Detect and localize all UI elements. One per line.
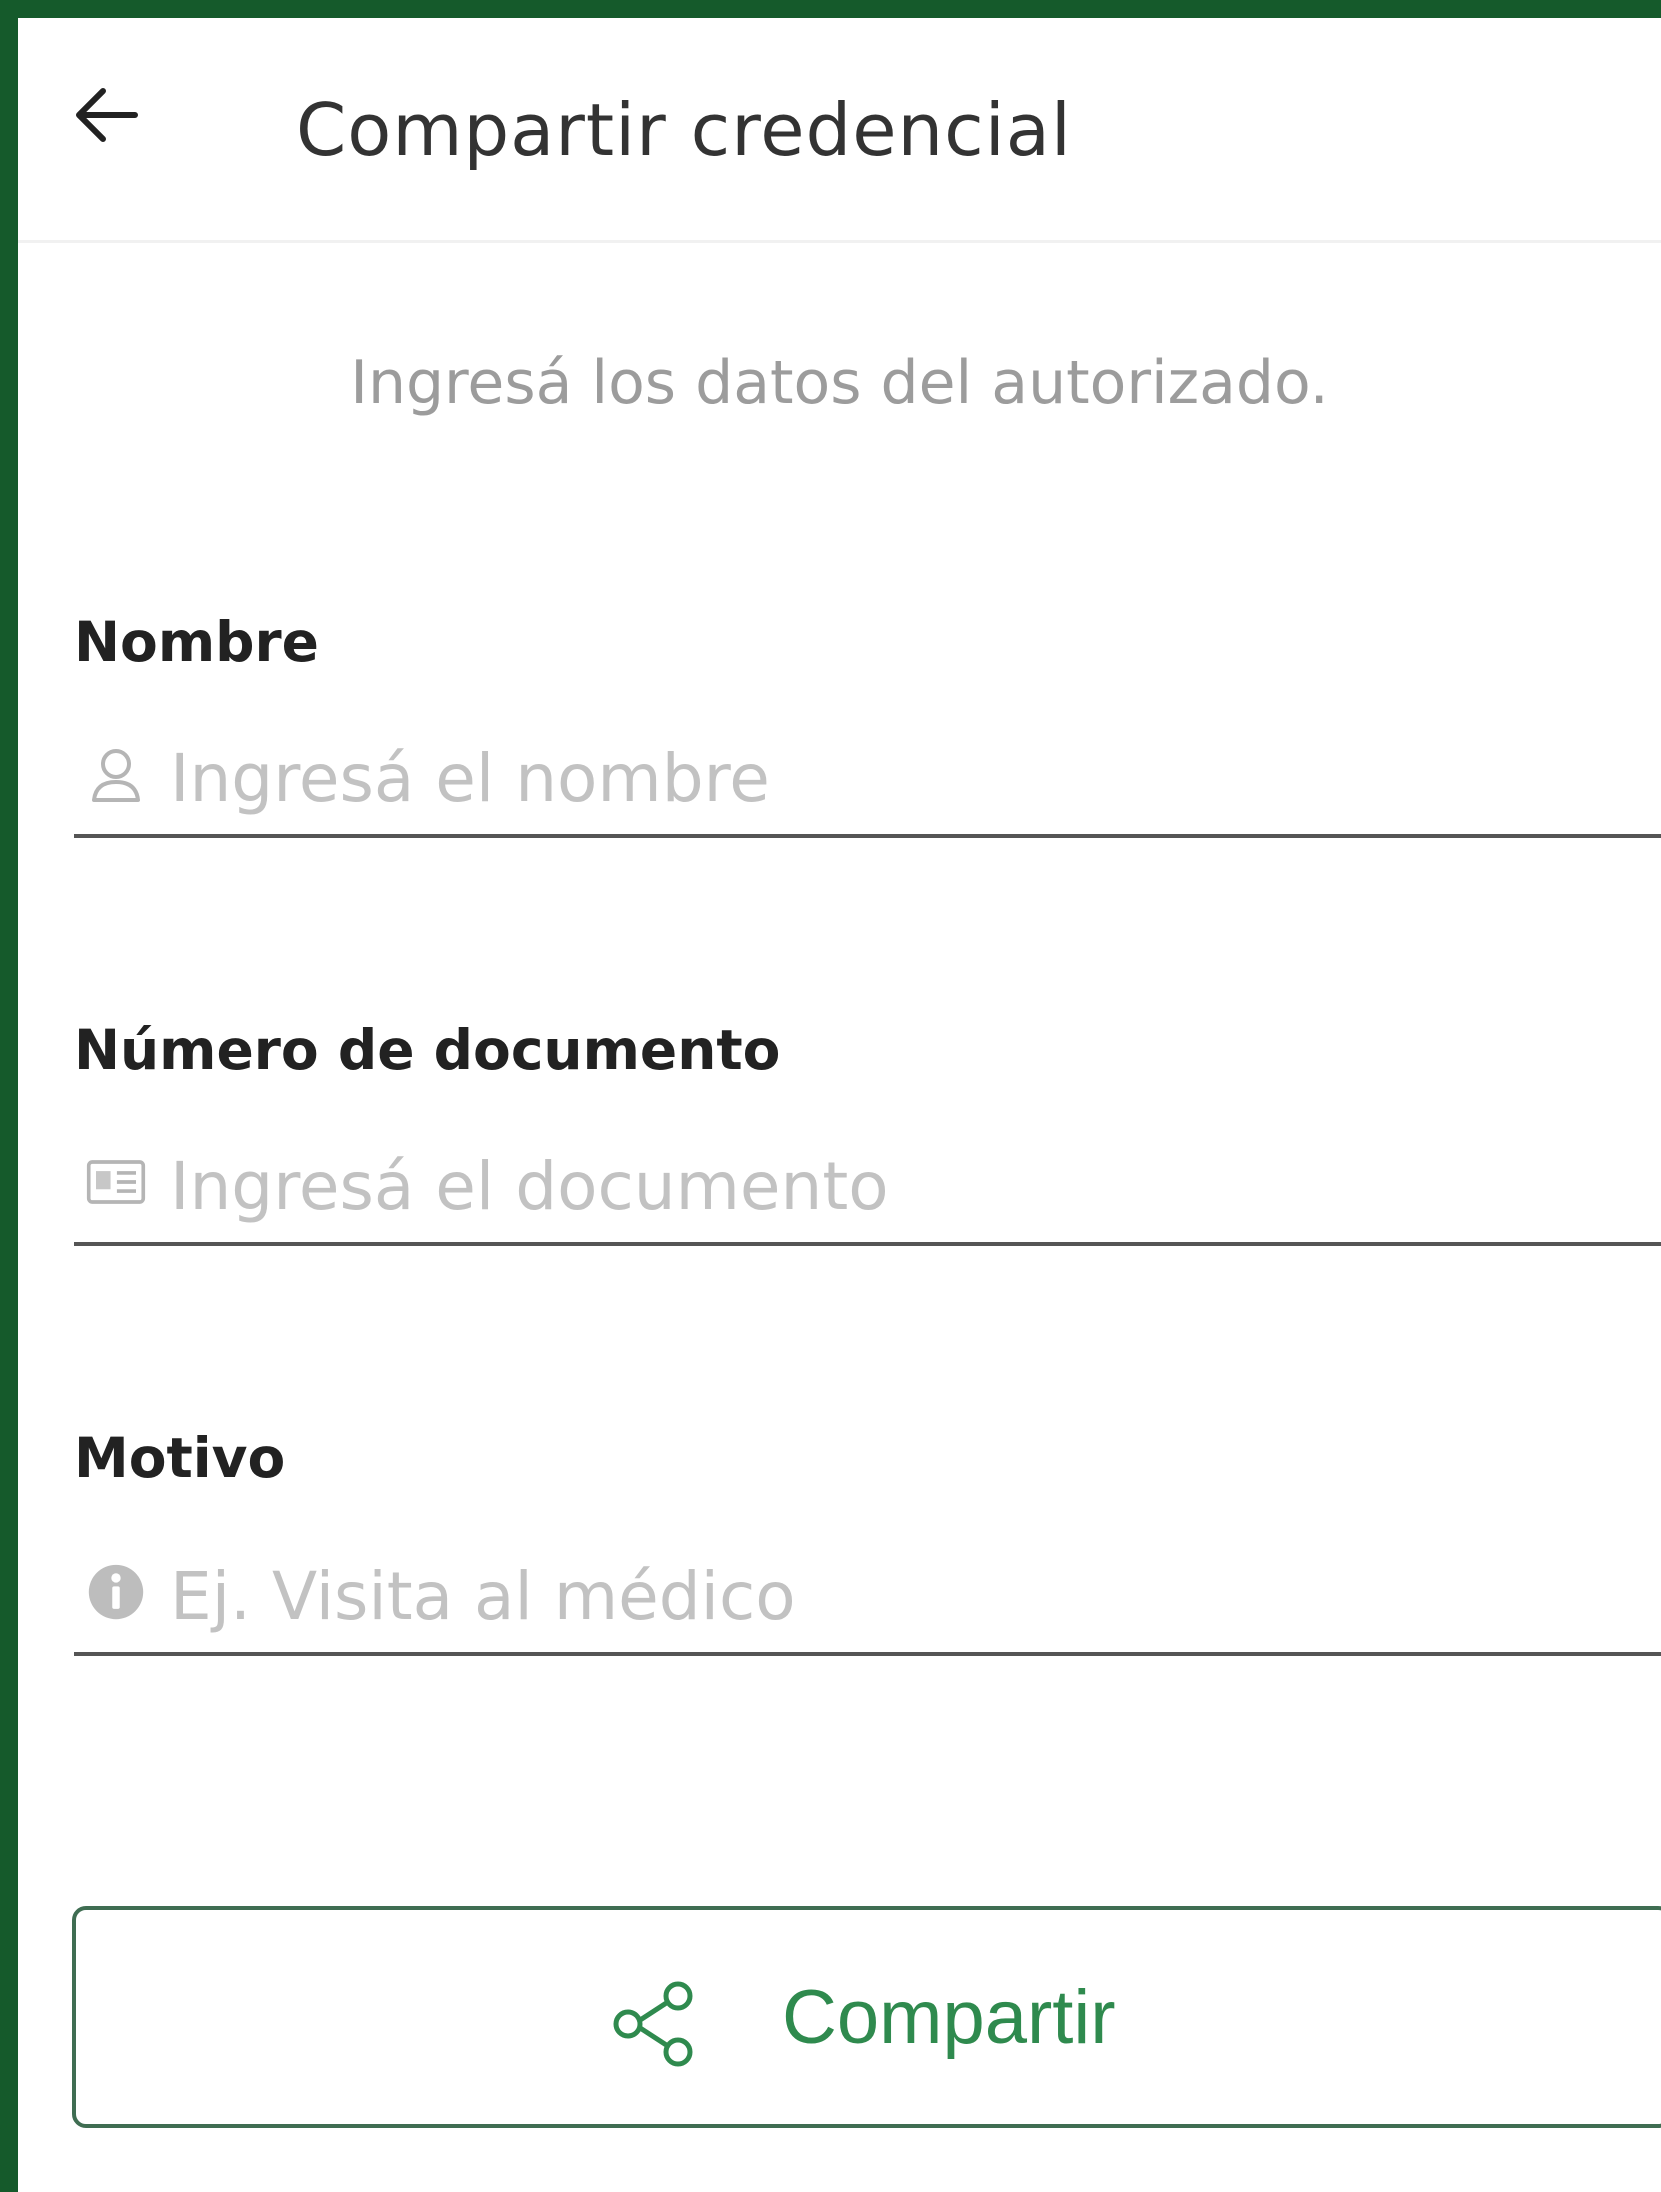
form-instructions: Ingresá los datos del autorizado. [350,348,1329,418]
app-screen: Compartir credencial Ingresá los datos d… [18,18,1661,2192]
app-bar: Compartir credencial [18,18,1661,243]
info-icon [86,1562,146,1622]
name-placeholder: Ingresá el nombre [170,740,770,817]
arrow-left-icon [69,85,141,149]
name-field-label: Nombre [74,610,319,674]
id-card-icon [86,1152,146,1212]
back-button[interactable] [68,80,142,154]
document-field-label: Número de documento [74,1018,781,1082]
document-placeholder: Ingresá el documento [170,1148,889,1225]
name-input[interactable]: Ingresá el nombre [74,718,1661,838]
page-title: Compartir credencial [296,88,1072,172]
user-icon [86,744,146,804]
reason-placeholder: Ej. Visita al médico [170,1558,796,1635]
document-input[interactable]: Ingresá el documento [74,1126,1661,1246]
share-button[interactable]: Compartir [72,1906,1661,2128]
share-button-label: Compartir [782,1975,1116,2060]
reason-field-label: Motivo [74,1426,286,1490]
share-icon [606,1976,702,2072]
reason-input[interactable]: Ej. Visita al médico [74,1536,1661,1656]
